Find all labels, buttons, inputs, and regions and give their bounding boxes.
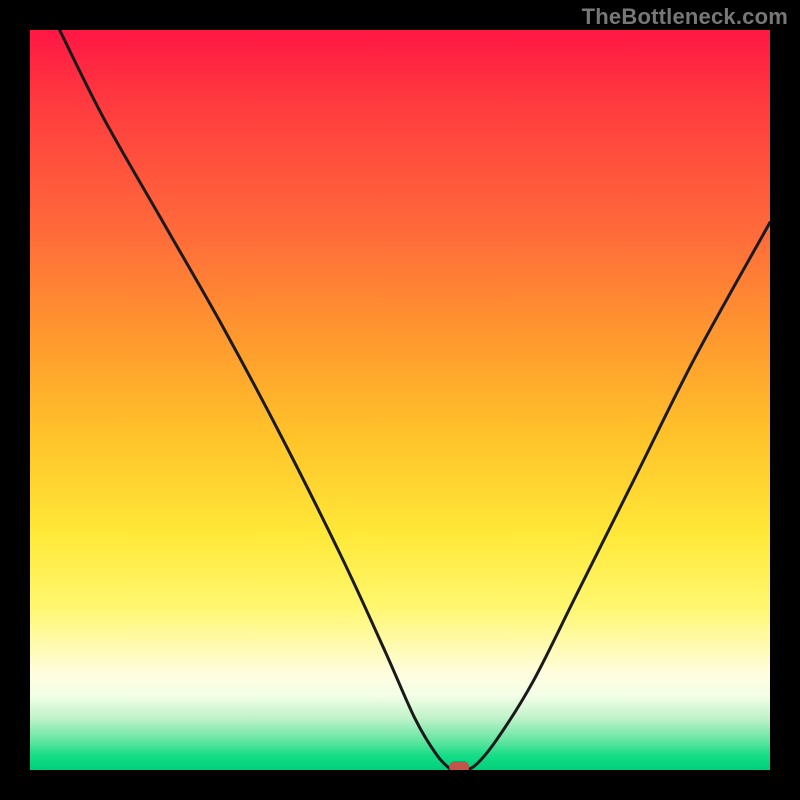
bottleneck-curve-svg [30,30,770,770]
bottleneck-curve [60,30,770,770]
optimum-marker [449,761,469,770]
plot-area [30,30,770,770]
chart-frame: TheBottleneck.com [0,0,800,800]
attribution-text: TheBottleneck.com [582,4,788,30]
